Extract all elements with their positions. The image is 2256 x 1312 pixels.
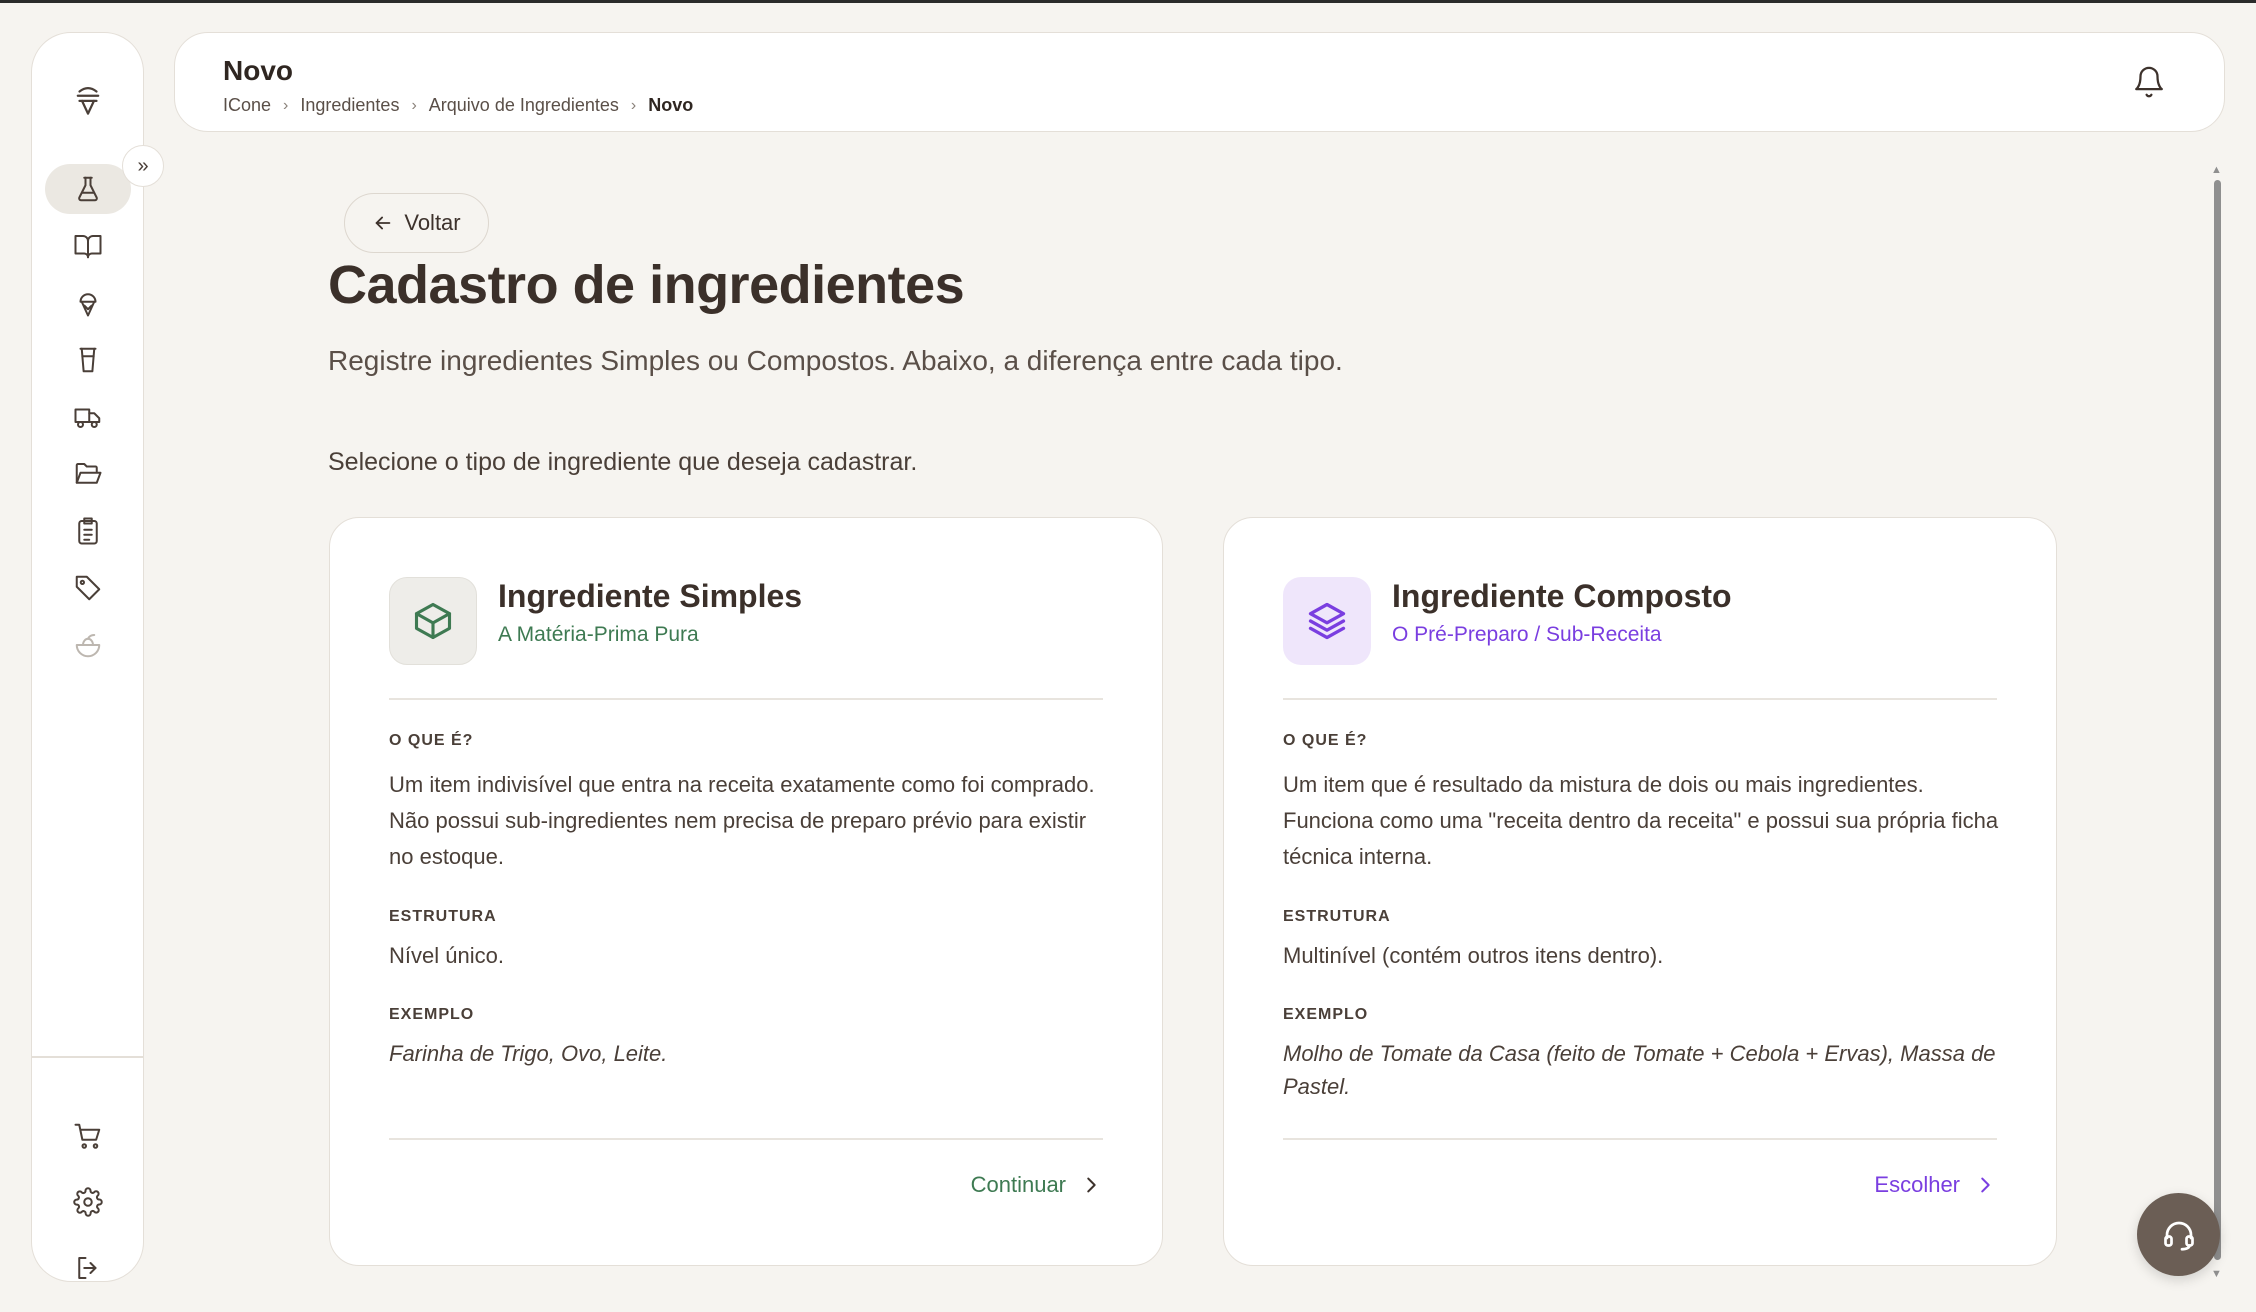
card-subtitle: A Matéria-Prima Pura (498, 623, 699, 646)
chevron-right-icon: › (283, 96, 289, 114)
sidebar-item-logout[interactable] (45, 1243, 131, 1293)
chevrons-right-icon: » (137, 154, 149, 177)
clipboard-list-icon (78, 517, 98, 545)
support-button[interactable] (2137, 1193, 2220, 1276)
window-top-border (0, 0, 2256, 3)
sidebar-divider (32, 1056, 143, 1058)
sidebar-item-ingredients[interactable] (45, 164, 131, 214)
structure-text: Nível único. (389, 943, 504, 968)
breadcrumb: ICone › Ingredientes › Arquivo de Ingred… (223, 95, 693, 116)
sidebar-item-packaging[interactable] (45, 335, 131, 385)
card-ingrediente-simples[interactable]: Ingrediente Simples A Matéria-Prima Pura… (329, 517, 1163, 1266)
card-divider (1283, 698, 1997, 700)
continue-button-label: Continuar (970, 1172, 1066, 1197)
scrollbar-thumb[interactable] (2214, 180, 2221, 1260)
card-icon-container (1283, 577, 1371, 665)
page-title: Cadastro de ingredientes (328, 255, 965, 315)
example-text: Farinha de Trigo, Ovo, Leite. (389, 1041, 668, 1066)
what-text: Um item que é resultado da mistura de do… (1283, 772, 1999, 869)
sidebar-item-menu[interactable] (45, 620, 131, 670)
book-icon (74, 235, 102, 259)
chevron-right-icon (1087, 1177, 1096, 1193)
truck-icon (74, 408, 101, 428)
example-text: Molho de Tomate da Casa (feito de Tomate… (1283, 1041, 1996, 1099)
what-text: Um item indivisível que entra na receita… (389, 772, 1095, 869)
back-button[interactable]: Voltar (344, 193, 489, 253)
scroll-up-arrow[interactable]: ▲ (2211, 164, 2222, 176)
logout-icon (78, 1257, 97, 1279)
sidebar-item-cart[interactable] (45, 1111, 131, 1161)
card-title: Ingrediente Composto (1392, 578, 1732, 614)
what-label: O QUE É? (1283, 732, 1368, 749)
sidebar-expand-button[interactable]: » (122, 145, 164, 187)
chevron-right-icon (1981, 1177, 1990, 1193)
chevron-right-icon: › (630, 96, 637, 114)
sidebar-item-recipes[interactable] (45, 221, 131, 271)
card-divider (1283, 1138, 1997, 1140)
structure-text: Multinível (contém outros itens dentro). (1283, 943, 1664, 968)
card-subtitle: O Pré-Preparo / Sub-Receita (1392, 623, 1662, 646)
chevron-right-icon: › (411, 96, 417, 114)
what-label: O QUE É? (389, 732, 474, 749)
cup-icon (79, 347, 97, 373)
choose-button[interactable]: Escolher (1874, 1172, 1996, 1198)
sidebar-item-settings[interactable] (45, 1177, 131, 1227)
sidebar-item-products[interactable] (45, 278, 131, 328)
back-button-label: Voltar (404, 210, 461, 235)
page-header: Novo ICone › Ingredientes › Arquivo de I… (174, 32, 2225, 132)
card-icon-container (389, 577, 477, 665)
card-divider (389, 1138, 1103, 1140)
flask-icon (78, 176, 98, 202)
breadcrumb-item-current: Novo (648, 95, 694, 115)
cart-icon (74, 1123, 101, 1149)
breadcrumb-item-ingredientes[interactable]: Ingredientes (300, 95, 399, 116)
sidebar-item-files[interactable] (45, 449, 131, 499)
scroll-down-arrow[interactable]: ▼ (2211, 1268, 2222, 1280)
page-header-title: Novo (223, 55, 293, 86)
structure-label: ESTRUTURA (1283, 908, 1391, 925)
tag-icon (75, 575, 101, 601)
choose-button-label: Escolher (1874, 1172, 1960, 1197)
select-prompt: Selecione o tipo de ingrediente que dese… (328, 448, 918, 476)
card-ingrediente-composto[interactable]: Ingrediente Composto O Pré-Preparo / Sub… (1223, 517, 2057, 1266)
continue-button[interactable]: Continuar (971, 1172, 1102, 1198)
example-label: EXEMPLO (1283, 1006, 1369, 1023)
ice-cream-icon (79, 293, 97, 317)
arrow-left-icon (376, 216, 391, 230)
sidebar-item-suppliers[interactable] (45, 392, 131, 442)
headset-icon (2163, 1221, 2194, 1251)
gear-icon (73, 1187, 103, 1217)
card-divider (389, 698, 1103, 700)
breadcrumb-item-arquivo[interactable]: Arquivo de Ingredientes (429, 95, 619, 116)
salad-bowl-icon (75, 634, 101, 658)
layers-icon (1308, 602, 1346, 640)
bell-icon (2135, 66, 2163, 98)
logo-icon[interactable] (65, 77, 111, 123)
page-subtitle: Registre ingredientes Simples ou Compost… (328, 345, 1343, 376)
sidebar-item-checklists[interactable] (45, 506, 131, 556)
box-icon (414, 602, 452, 640)
card-title: Ingrediente Simples (498, 578, 803, 614)
example-label: EXEMPLO (389, 1006, 475, 1023)
folder-open-icon (75, 463, 102, 484)
notifications-button[interactable] (2132, 65, 2166, 99)
sidebar (31, 32, 144, 1282)
breadcrumb-item-icone[interactable]: ICone (223, 95, 271, 116)
sidebar-item-tags[interactable] (45, 563, 131, 613)
structure-label: ESTRUTURA (389, 908, 497, 925)
